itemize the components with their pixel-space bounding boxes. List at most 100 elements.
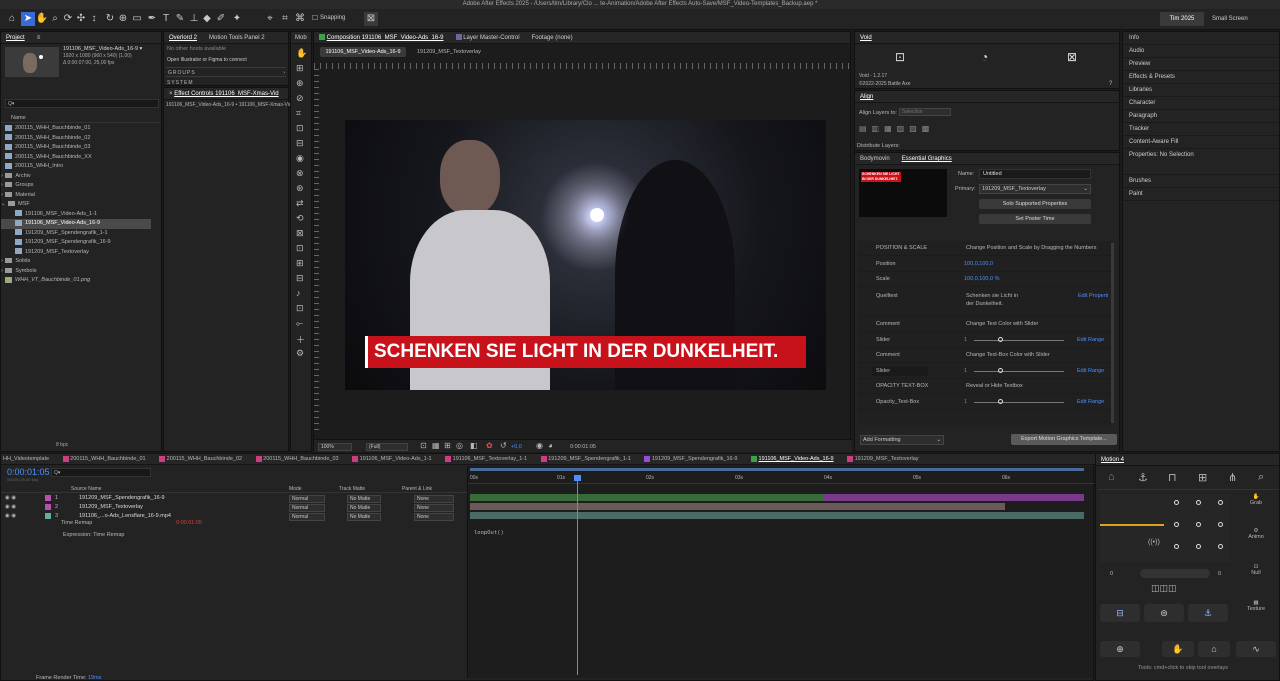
layer-bar-1b[interactable] [823, 494, 1084, 501]
tab-timeline[interactable]: 191106_MSF_Video-Ads_16-9 [759, 454, 834, 464]
motion-btn-7[interactable]: ∿ [1236, 641, 1276, 657]
panel-character[interactable]: Character [1123, 97, 1279, 110]
mob-star-icon[interactable]: ⊛ [296, 183, 304, 194]
list-item[interactable]: 191209_MSF_Spendengrafik_1-1 [1, 229, 161, 239]
panel-brushes[interactable]: Brushes [1123, 175, 1279, 188]
selection-tool-icon[interactable]: ➤ [21, 12, 35, 26]
source-name-header[interactable]: Source Name [71, 485, 102, 493]
mob-link-icon[interactable]: ⟜ [296, 318, 303, 329]
layer-row[interactable]: ◉ ◉ 3 191106_...o-Ads_Lensflare_16-9.mp4 N… [1, 512, 467, 521]
motion-btn-2[interactable]: ⊜ [1144, 604, 1184, 622]
mob-eye-icon[interactable]: ◉ [296, 153, 304, 164]
align-icon[interactable]: ⋔ [1228, 471, 1237, 484]
brush-tool-icon[interactable]: ✎ [173, 12, 187, 26]
groups-section[interactable]: GROUPS › [166, 67, 286, 77]
panel-effects-presets[interactable]: Effects & Presets [1123, 71, 1279, 84]
eg-row[interactable]: Scale 100,0,100,0 % [858, 272, 1112, 287]
anchor-tool-icon[interactable]: ⊕ [116, 12, 130, 26]
num-right[interactable]: 0 [1218, 571, 1221, 577]
tab-bodymovin[interactable]: Bodymovin [860, 153, 890, 164]
mob-add-icon[interactable]: ⊕ [296, 78, 304, 89]
panel-info[interactable]: Info [1123, 32, 1279, 45]
mob-frame-icon[interactable]: ⊡ [296, 123, 304, 134]
layer-row[interactable]: ◉ ◉ 1 191209_MSF_Spendengrafik_16-9 Normal… [1, 494, 467, 503]
zoom-tool-icon[interactable]: ⌕ [48, 12, 62, 26]
tab-timeline[interactable]: 191106_MSF_Textoverlay_1-1 [453, 454, 528, 464]
tab-composition[interactable]: Composition 191106_MSF_Video-Ads_16-9 [327, 32, 444, 43]
mob-null-icon[interactable]: ⊘ [296, 93, 304, 104]
workspace-tim2025[interactable]: Tim 2025 [1160, 12, 1204, 26]
slider-handle[interactable] [998, 336, 1003, 342]
snapshot-icon[interactable]: ◉ [536, 441, 543, 450]
timeline-current-time[interactable]: 0:00:01:05 [7, 467, 50, 477]
work-area-bar[interactable] [470, 468, 1084, 471]
tab-mob[interactable]: Mob [291, 32, 311, 44]
mode-dropdown[interactable]: Normal [289, 513, 325, 521]
folder-item[interactable]: › Symbols [1, 267, 161, 277]
panel-properties[interactable]: Properties: No Selection [1123, 149, 1279, 175]
local-axis-icon[interactable]: ⌖ [263, 12, 277, 26]
help-icon[interactable]: ? [1109, 81, 1112, 87]
align-buttons[interactable]: ▤▥▦▧▨▩ [859, 124, 934, 133]
motion-btn-6[interactable]: ⌂ [1198, 641, 1230, 657]
slider-handle[interactable] [998, 367, 1003, 373]
mode-dropdown[interactable]: Normal [289, 504, 325, 512]
panel-libraries[interactable]: Libraries [1123, 84, 1279, 97]
track-matte-header[interactable]: Track Matte [339, 485, 365, 493]
eraser-tool-icon[interactable]: ◆ [200, 12, 214, 26]
tab-essential-graphics[interactable]: Essential Graphics [902, 153, 952, 164]
pan-tool-icon[interactable]: ✣ [74, 12, 88, 26]
texture-button[interactable]: ▦ Texture [1236, 600, 1276, 630]
roto-tool-icon[interactable]: ✐ [214, 12, 228, 26]
wave-icon[interactable]: ((•)) [1148, 539, 1160, 546]
grid-icon[interactable]: ⊞ [1198, 471, 1207, 484]
add-formatting-dropdown[interactable]: Add Formatting ⌄ [860, 435, 944, 445]
bpc-label[interactable]: 8 bpc [56, 442, 68, 448]
comp-breadcrumb-1[interactable]: 191106_MSF_Video-Ads_16-9 [320, 47, 406, 57]
search-icon[interactable]: ⌕ [1258, 471, 1264, 484]
type-tool-icon[interactable]: T [159, 12, 173, 26]
panel-paint[interactable]: Paint [1123, 188, 1279, 201]
motion-btn-5[interactable]: ✋ [1162, 641, 1194, 657]
motion-btn-1[interactable]: ⊟ [1100, 604, 1140, 622]
eg-row[interactable]: Quelltext Schenken sie Licht in der Dunke… [858, 288, 1112, 316]
current-time[interactable]: 0:00:01:05 [570, 444, 596, 450]
comp-breadcrumb-2[interactable]: 191209_MSF_Textoverlay [417, 49, 481, 55]
rotate-tool-icon[interactable]: ↻ [103, 12, 117, 26]
home-icon[interactable]: ⌂ [5, 12, 19, 26]
panel-paragraph[interactable]: Paragraph [1123, 110, 1279, 123]
system-section[interactable]: SYSTEM [167, 80, 194, 86]
playhead[interactable] [577, 475, 578, 675]
time-remap-property[interactable]: Time Remap [61, 520, 92, 526]
mob-swap-icon[interactable]: ⇄ [296, 198, 304, 209]
mob-clip-icon[interactable]: ⊡ [296, 303, 304, 314]
eg-name-input[interactable]: Untitled [979, 169, 1091, 179]
tab-timeline[interactable]: 200115_WHH_Bauchbinde_02 [167, 454, 242, 464]
eg-primary-dropdown[interactable]: 191209_MSF_Textoverlay ⌄ [979, 184, 1091, 194]
time-remap-value[interactable]: 0:00:01:05 [176, 520, 202, 526]
eg-row[interactable]: Opacity_Text-Box 1 Edit Range [858, 395, 1112, 410]
list-item[interactable]: 191209_MSF_Textoverlay [1, 248, 161, 258]
list-item[interactable]: WHH_VT_Bauchbinde_01.png [1, 276, 161, 286]
playhead-handle[interactable] [574, 475, 581, 481]
panel-content-aware-fill[interactable]: Content-Aware Fill [1123, 136, 1279, 149]
mob-grid-icon[interactable]: ⊞ [296, 63, 304, 74]
motion-btn-3[interactable]: ⚓ [1188, 604, 1228, 622]
eg-row[interactable]: Comment Change Text Color with Slider [858, 317, 1112, 332]
tab-align[interactable]: Align [860, 91, 873, 102]
tab-void[interactable]: Void [860, 32, 872, 43]
null-button[interactable]: ⊡ Null [1236, 564, 1276, 594]
world-axis-icon[interactable]: ⌗ [278, 12, 292, 26]
folder-item[interactable]: › Material [1, 191, 161, 201]
matte-dropdown[interactable]: No Matte [347, 504, 381, 512]
solo-properties-button[interactable]: Solo Supported Properties [979, 199, 1091, 209]
void-gauge-icon[interactable]: ◔ [981, 50, 988, 64]
layer-row[interactable]: ◉ ◉ 2 191209_MSF_Textoverlay Normal No Mat… [1, 503, 467, 512]
parent-dropdown[interactable]: None [414, 504, 454, 512]
tab-timeline[interactable]: 200115_WHH_Bauchbinde_01 [70, 454, 145, 464]
align-target-dropdown[interactable]: Selection [899, 108, 951, 116]
influence-bar[interactable] [1100, 524, 1164, 526]
mob-audio-icon[interactable]: ♪ [296, 288, 301, 298]
panel-tracker[interactable]: Tracker [1123, 123, 1279, 136]
project-search-input[interactable]: Q▾ [5, 99, 159, 108]
